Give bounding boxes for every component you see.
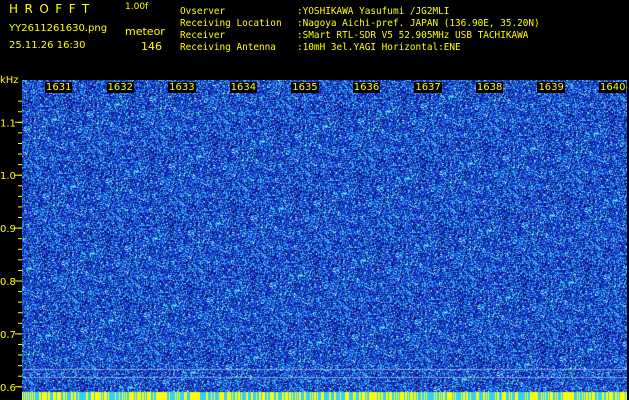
y-axis: 1.1 1.0 0.9 0.8 0.7 0.6 bbox=[0, 100, 22, 394]
location-label: Receiving Location bbox=[180, 18, 282, 29]
observer-value: :YOSHIKAWA Yasufumi /JG2MLI bbox=[297, 6, 450, 17]
receiver-label: Receiver bbox=[180, 30, 226, 41]
y-tick-label: 1.0 bbox=[0, 171, 16, 182]
y-tick-label: 0.7 bbox=[0, 330, 16, 341]
x-axis-labels: 1631 1632 1633 1634 1635 1636 1637 1638 1639 1640 bbox=[22, 80, 627, 94]
x-tick-label: 1634 bbox=[229, 82, 258, 93]
x-tick-label: 1636 bbox=[352, 82, 381, 93]
receiver-row: Receiver :SMart RTL-SDR V5 52.905MHz USB … bbox=[180, 30, 529, 41]
meteor-count: 146 bbox=[141, 40, 162, 53]
x-tick-label: 1640 bbox=[599, 82, 627, 93]
x-tick-label: 1639 bbox=[537, 82, 565, 93]
mode-label: meteor bbox=[125, 25, 165, 38]
y-tick-label: 0.9 bbox=[0, 224, 16, 235]
x-tick-label: 1637 bbox=[414, 82, 442, 93]
timestamp: 25.11.26 16:30 bbox=[9, 40, 86, 51]
antenna-label: Receiving Antenna bbox=[180, 42, 276, 53]
receiver-value: :SMart RTL-SDR V5 52.905MHz USB TACHIKAW… bbox=[297, 30, 529, 41]
y-tick-label: 0.8 bbox=[0, 277, 16, 288]
y-tick-label: 1.1 bbox=[0, 118, 16, 129]
x-tick-label: 1635 bbox=[291, 82, 319, 93]
observer-label: Ovserver bbox=[180, 6, 226, 17]
x-tick-label: 1638 bbox=[475, 82, 504, 93]
x-tick-label: 1633 bbox=[168, 82, 196, 93]
x-tick-label: 1631 bbox=[45, 82, 73, 93]
antenna-value: :10mH 3el.YAGI Horizontal:ENE bbox=[297, 42, 461, 53]
app-title: HROFFT bbox=[9, 2, 96, 16]
spectrogram-canvas bbox=[22, 80, 627, 400]
observer-row: Ovserver :YOSHIKAWA Yasufumi /JG2MLI bbox=[180, 6, 450, 17]
app-version: 1.00f bbox=[125, 2, 149, 12]
file-name: YY2611261630.png bbox=[9, 23, 108, 34]
antenna-row: Receiving Antenna :10mH 3el.YAGI Horizont… bbox=[180, 42, 461, 53]
x-tick-label: 1632 bbox=[106, 82, 134, 93]
location-value: :Nagoya Aichi-pref. JAPAN (136.90E, 35.2… bbox=[297, 18, 540, 29]
y-tick-label: 0.6 bbox=[0, 383, 16, 394]
location-row: Receiving Location :Nagoya Aichi-pref. JA… bbox=[180, 18, 540, 29]
